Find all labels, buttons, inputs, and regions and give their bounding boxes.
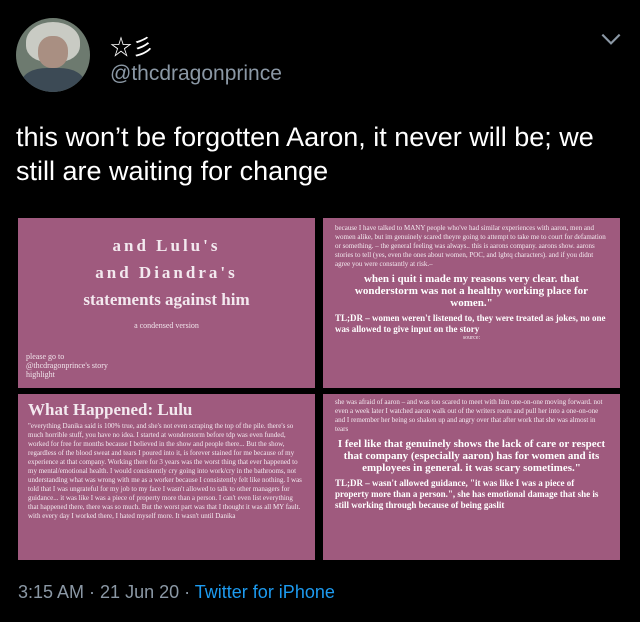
chevron-down-icon[interactable] <box>598 26 624 52</box>
panel1-line3: statements against him <box>83 290 250 309</box>
panel4-quote: I feel like that genuinely shows the lac… <box>337 438 606 474</box>
panel1-line2: and Diandra's <box>95 263 238 282</box>
tweet-date[interactable]: 21 Jun 20 <box>100 582 179 602</box>
panel1-line1: and Lulu's <box>112 236 221 255</box>
media-grid: and Lulu's and Diandra's statements agai… <box>14 214 624 564</box>
panel2-quote: when i quit i made my reasons very clear… <box>354 273 589 309</box>
panel4-tldr: TL;DR – wasn't allowed guidance, "it was… <box>335 478 599 510</box>
panel2-tldr: TL;DR – women weren't listened to, they … <box>335 313 606 334</box>
panel3-paragraph: "everything Danika said is 100% true, an… <box>28 422 302 520</box>
panel1-note: please go to @thcdragonprince's story hi… <box>26 352 108 379</box>
user-handle[interactable]: @thcdragonprince <box>110 62 282 86</box>
image-panel-2[interactable]: because I have talked to MANY people who… <box>323 218 620 388</box>
avatar-face <box>38 36 68 68</box>
avatar[interactable] <box>16 18 90 92</box>
display-name[interactable]: ☆彡 <box>110 30 154 62</box>
tweet-text: this won’t be forgotten Aaron, it never … <box>16 122 594 186</box>
panel2-source: source: <box>462 335 481 341</box>
image-panel-4[interactable]: she was afraid of aaron – and was too sc… <box>323 394 620 560</box>
tweet-source-link[interactable]: Twitter for iPhone <box>195 582 335 602</box>
image-panel-3[interactable]: What Happened: Lulu "everything Danika s… <box>18 394 315 560</box>
meta-separator: · <box>84 582 101 602</box>
panel4-paragraph: she was afraid of aaron – and was too sc… <box>335 398 603 433</box>
panel1-subtitle: a condensed version <box>134 321 199 330</box>
avatar-body <box>22 68 84 92</box>
meta-separator: · <box>179 582 195 602</box>
tweet-meta: 3:15 AM · 21 Jun 20 · Twitter for iPhone <box>18 582 335 603</box>
tweet-header: ☆彡 @thcdragonprince <box>14 12 626 102</box>
panel2-paragraph: because I have talked to MANY people who… <box>335 224 606 268</box>
image-panel-1[interactable]: and Lulu's and Diandra's statements agai… <box>18 218 315 388</box>
tweet-time[interactable]: 3:15 AM <box>18 582 84 602</box>
panel3-title: What Happened: Lulu <box>28 400 193 419</box>
